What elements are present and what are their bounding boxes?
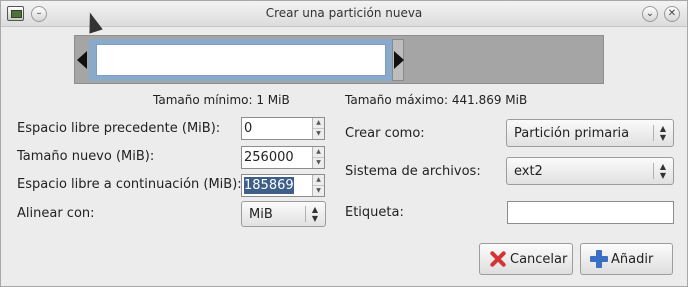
close-icon[interactable]: ✕	[664, 6, 680, 22]
title-bar[interactable]: – Crear una partición nueva ⌄ ✕	[1, 1, 687, 27]
create-as-value: Partición primaria	[514, 126, 630, 141]
combo-arrows-icon[interactable]: ▲ ▼	[310, 205, 320, 223]
combo-down-icon: ▼	[311, 214, 319, 223]
filesystem-label: Sistema de archivos:	[345, 164, 481, 179]
align-with-value: MiB	[249, 207, 273, 222]
new-partition-block[interactable]	[89, 39, 394, 81]
create-as-label: Crear como:	[345, 126, 425, 141]
free-before-spinner[interactable]: ▲ ▼	[241, 117, 325, 140]
free-before-label: Espacio libre precedente (MiB):	[17, 121, 221, 136]
spin-down-icon[interactable]: ▼	[313, 157, 324, 167]
combo-down-icon: ▼	[659, 133, 667, 142]
free-after-spin-buttons[interactable]: ▲ ▼	[312, 175, 324, 196]
combo-separator	[653, 125, 654, 141]
window-title: Crear una partición nueva	[265, 6, 423, 20]
combo-separator	[305, 206, 306, 222]
new-size-input[interactable]	[244, 149, 308, 166]
free-before-spin-buttons[interactable]: ▲ ▼	[312, 118, 324, 139]
combo-separator	[653, 163, 654, 179]
align-with-label: Alinear con:	[17, 206, 95, 221]
cancel-button-label: Cancelar	[510, 252, 568, 267]
add-button[interactable]: Añadir	[580, 243, 673, 275]
partition-size-bar[interactable]	[74, 35, 604, 84]
cancel-icon	[489, 250, 507, 268]
combo-arrows-icon[interactable]: ▲ ▼	[658, 124, 668, 142]
spin-down-icon[interactable]: ▼	[313, 185, 324, 195]
partition-label-label: Etiqueta:	[345, 205, 404, 220]
free-after-label: Espacio libre a continuación (MiB):	[17, 177, 242, 192]
left-resize-arrow-icon[interactable]	[77, 51, 87, 69]
add-button-label: Añadir	[611, 252, 654, 267]
combo-arrows-icon[interactable]: ▲ ▼	[658, 162, 668, 180]
filesystem-value: ext2	[514, 164, 543, 179]
spin-up-icon[interactable]: ▲	[313, 147, 324, 157]
align-with-combo[interactable]: MiB ▲ ▼	[241, 201, 326, 227]
spin-up-icon[interactable]: ▲	[313, 175, 324, 185]
spin-down-icon[interactable]: ▼	[313, 128, 324, 138]
free-after-spinner[interactable]: ▲ ▼	[241, 174, 325, 197]
right-resize-arrow-icon[interactable]	[394, 51, 404, 69]
new-size-spin-buttons[interactable]: ▲ ▼	[312, 147, 324, 168]
spin-up-icon[interactable]: ▲	[313, 118, 324, 128]
combo-down-icon: ▼	[659, 171, 667, 180]
cancel-button[interactable]: Cancelar	[479, 243, 573, 275]
combo-up-icon: ▲	[311, 205, 319, 214]
free-before-input[interactable]	[244, 120, 308, 137]
create-as-combo[interactable]: Partición primaria ▲ ▼	[506, 119, 674, 147]
new-size-spinner[interactable]: ▲ ▼	[241, 146, 325, 169]
combo-up-icon: ▲	[659, 124, 667, 133]
min-size-label: Tamaño mínimo: 1 MiB	[153, 93, 290, 107]
filesystem-combo[interactable]: ext2 ▲ ▼	[506, 157, 674, 185]
add-icon	[590, 250, 608, 268]
max-size-label: Tamaño máximo: 441.869 MiB	[345, 93, 528, 107]
new-size-label: Tamaño nuevo (MiB):	[17, 149, 155, 164]
new-partition-area	[96, 44, 386, 76]
combo-up-icon: ▲	[659, 162, 667, 171]
partition-label-input[interactable]	[507, 201, 674, 224]
free-after-input[interactable]	[244, 177, 294, 194]
minimize-icon[interactable]: ⌄	[642, 6, 658, 22]
create-partition-dialog: – Crear una partición nueva ⌄ ✕ Tamaño m…	[0, 0, 688, 287]
